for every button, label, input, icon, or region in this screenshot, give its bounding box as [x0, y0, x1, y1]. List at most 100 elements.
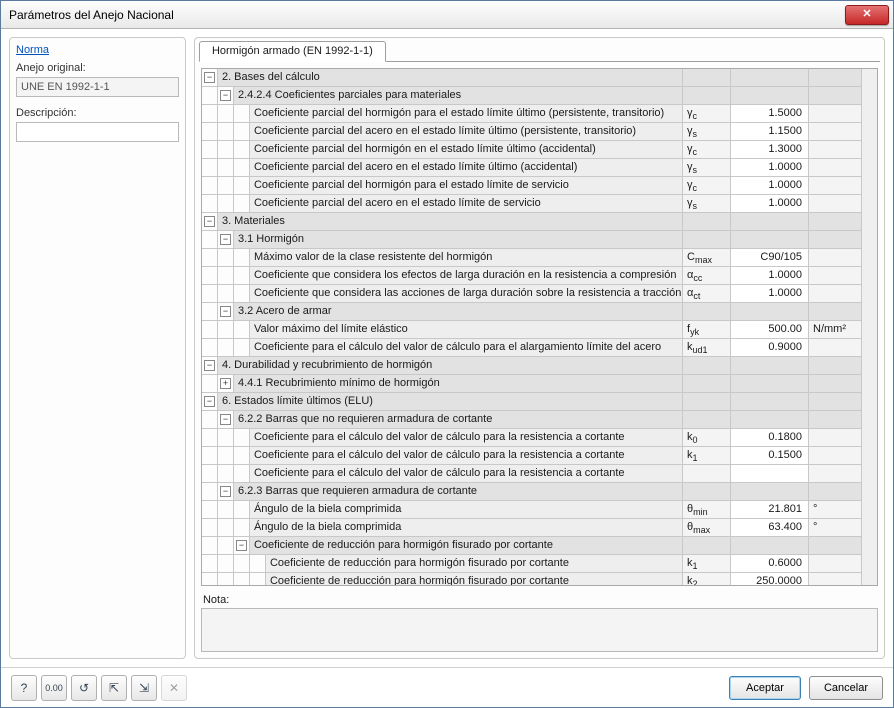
row-unit [809, 123, 861, 140]
row-value[interactable]: 1.0000 [731, 285, 809, 302]
row-description: Coeficiente de reducción para hormigón f… [266, 555, 683, 572]
close-button[interactable]: ✕ [845, 5, 889, 25]
row-value[interactable] [731, 465, 809, 482]
row-value [731, 393, 809, 410]
row-description: 2.4.2.4 Coeficientes parciales para mate… [234, 87, 683, 104]
row-value[interactable]: 1.1500 [731, 123, 809, 140]
grid-section-row[interactable]: 6. Estados límite últimos (ELU) [202, 393, 861, 411]
row-symbol: Cmax [683, 249, 731, 266]
row-symbol [683, 375, 731, 392]
tree-toggle-icon[interactable] [236, 540, 247, 551]
grid-section-row[interactable]: 3.1 Hormigón [202, 231, 861, 249]
grid-param-row[interactable]: Ángulo de la biela comprimidaθmin21.801° [202, 501, 861, 519]
row-value [731, 69, 809, 86]
parameter-grid: 2. Bases del cálculo2.4.2.4 Coeficientes… [201, 68, 878, 586]
grid-param-row[interactable]: Coeficiente de reducción para hormigón f… [202, 573, 861, 585]
grid-param-row[interactable]: Coeficiente para el cálculo del valor de… [202, 429, 861, 447]
tree-toggle-icon[interactable] [204, 396, 215, 407]
tree-toggle-icon[interactable] [220, 306, 231, 317]
scrollbar[interactable] [861, 69, 877, 585]
row-value[interactable]: C90/105 [731, 249, 809, 266]
row-description: Coeficiente para el cálculo del valor de… [250, 429, 683, 446]
row-symbol: γs [683, 159, 731, 176]
grid-section-row[interactable]: 2.4.2.4 Coeficientes parciales para mate… [202, 87, 861, 105]
grid-section-row[interactable]: 6.2.2 Barras que no requieren armadura d… [202, 411, 861, 429]
import-icon-button[interactable]: ⇱ [101, 675, 127, 701]
row-value [731, 87, 809, 104]
grid-body[interactable]: 2. Bases del cálculo2.4.2.4 Coeficientes… [202, 69, 861, 585]
tree-toggle-icon[interactable] [204, 216, 215, 227]
titlebar: Parámetros del Anejo Nacional ✕ [1, 1, 893, 29]
row-value[interactable]: 1.0000 [731, 267, 809, 284]
grid-param-row[interactable]: Coeficiente parcial del hormigón para el… [202, 177, 861, 195]
grid-param-row[interactable]: Valor máximo del límite elásticofyk500.0… [202, 321, 861, 339]
row-value [731, 213, 809, 230]
tree-toggle-icon[interactable] [220, 234, 231, 245]
row-value[interactable]: 1.0000 [731, 177, 809, 194]
grid-section-row[interactable]: Coeficiente de reducción para hormigón f… [202, 537, 861, 555]
row-value[interactable]: 63.400 [731, 519, 809, 536]
row-symbol: γs [683, 195, 731, 212]
grid-section-row[interactable]: 4. Durabilidad y recubrimiento de hormig… [202, 357, 861, 375]
row-symbol: γc [683, 141, 731, 158]
row-value[interactable]: 0.9000 [731, 339, 809, 356]
grid-param-row[interactable]: Coeficiente que considera los efectos de… [202, 267, 861, 285]
grid-param-row[interactable]: Coeficiente de reducción para hormigón f… [202, 555, 861, 573]
row-description: 4.4.1 Recubrimiento mínimo de hormigón [234, 375, 683, 392]
row-value[interactable]: 250.0000 [731, 573, 809, 585]
descripcion-input[interactable] [16, 122, 179, 142]
grid-param-row[interactable]: Coeficiente que considera las acciones d… [202, 285, 861, 303]
grid-section-row[interactable]: 3.2 Acero de armar [202, 303, 861, 321]
row-value[interactable]: 1.0000 [731, 159, 809, 176]
accept-button[interactable]: Aceptar [729, 676, 801, 700]
row-symbol: γs [683, 123, 731, 140]
export-icon-button[interactable]: ⇲ [131, 675, 157, 701]
grid-param-row[interactable]: Coeficiente parcial del acero en el esta… [202, 195, 861, 213]
grid-section-row[interactable]: 4.4.1 Recubrimiento mínimo de hormigón [202, 375, 861, 393]
row-unit: N/mm² [809, 321, 861, 338]
nota-textbox[interactable] [201, 608, 878, 652]
grid-param-row[interactable]: Coeficiente parcial del hormigón en el e… [202, 141, 861, 159]
row-value[interactable]: 1.5000 [731, 105, 809, 122]
anejo-label: Anejo original: [16, 62, 179, 74]
row-description: Ángulo de la biela comprimida [250, 519, 683, 536]
norma-link[interactable]: Norma [16, 44, 179, 56]
tree-toggle-icon[interactable] [220, 414, 231, 425]
grid-section-row[interactable]: 2. Bases del cálculo [202, 69, 861, 87]
grid-param-row[interactable]: Coeficiente parcial del hormigón para el… [202, 105, 861, 123]
row-value[interactable]: 0.6000 [731, 555, 809, 572]
row-value[interactable]: 500.00 [731, 321, 809, 338]
grid-param-row[interactable]: Máximo valor de la clase resistente del … [202, 249, 861, 267]
grid-param-row[interactable]: Coeficiente parcial del acero en el esta… [202, 123, 861, 141]
sidebar: Norma Anejo original: Descripción: [9, 37, 186, 659]
tree-toggle-icon[interactable] [220, 90, 231, 101]
grid-param-row[interactable]: Ángulo de la biela comprimidaθmax63.400° [202, 519, 861, 537]
row-value[interactable]: 1.0000 [731, 195, 809, 212]
reset-icon-button[interactable]: ↺ [71, 675, 97, 701]
tree-toggle-icon[interactable] [220, 378, 231, 389]
grid-section-row[interactable]: 6.2.3 Barras que requieren armadura de c… [202, 483, 861, 501]
row-value[interactable]: 21.801 [731, 501, 809, 518]
grid-param-row[interactable]: Coeficiente para el cálculo del valor de… [202, 339, 861, 357]
row-symbol [683, 483, 731, 500]
grid-param-row[interactable]: Coeficiente parcial del acero en el esta… [202, 159, 861, 177]
grid-section-row[interactable]: 3. Materiales [202, 213, 861, 231]
tree-toggle-icon[interactable] [220, 486, 231, 497]
row-value[interactable]: 0.1800 [731, 429, 809, 446]
anejo-input[interactable] [16, 77, 179, 97]
grid-param-row[interactable]: Coeficiente para el cálculo del valor de… [202, 465, 861, 483]
grid-param-row[interactable]: Coeficiente para el cálculo del valor de… [202, 447, 861, 465]
row-value[interactable]: 0.1500 [731, 447, 809, 464]
row-description: 3.2 Acero de armar [234, 303, 683, 320]
row-description: Coeficiente de reducción para hormigón f… [250, 537, 683, 554]
row-description: 3. Materiales [218, 213, 683, 230]
units-icon-button[interactable]: 0.00 [41, 675, 67, 701]
tree-toggle-icon[interactable] [204, 72, 215, 83]
tab-hormigon-armado[interactable]: Hormigón armado (EN 1992-1-1) [199, 41, 386, 62]
help-icon-button[interactable]: ? [11, 675, 37, 701]
row-value[interactable]: 1.3000 [731, 141, 809, 158]
row-description: Coeficiente de reducción para hormigón f… [266, 573, 683, 585]
row-unit [809, 231, 861, 248]
tree-toggle-icon[interactable] [204, 360, 215, 371]
cancel-button[interactable]: Cancelar [809, 676, 883, 700]
